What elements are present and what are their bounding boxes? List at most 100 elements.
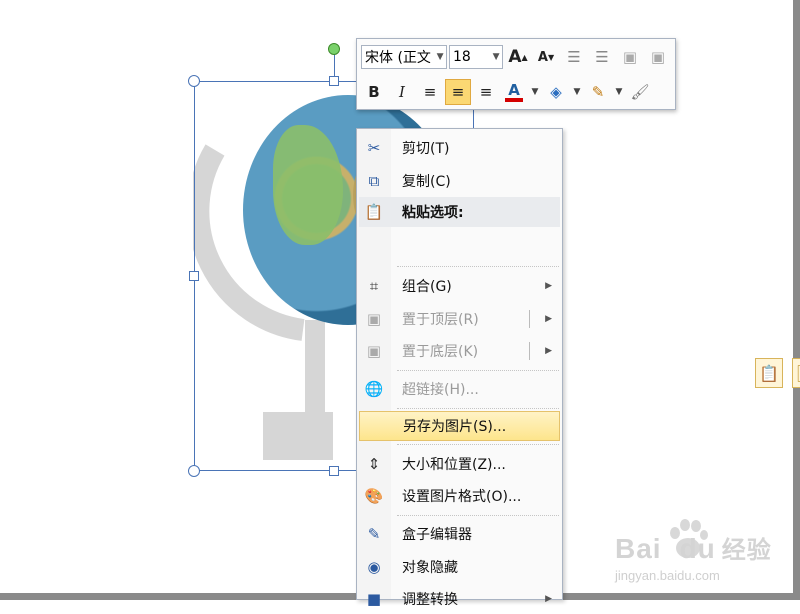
pencil-icon: ✎ [591, 83, 605, 101]
menu-label: 置于顶层(R) [402, 312, 479, 328]
brush-icon: 🖌 [630, 83, 650, 101]
align-right-button[interactable]: ≡ [473, 79, 499, 105]
menu-item-cut[interactable]: ✂ 剪切(T) [359, 133, 560, 163]
increase-indent-button[interactable]: ☰ [589, 44, 615, 70]
resize-handle-bottom[interactable] [329, 466, 339, 476]
font-size-value: 18 [453, 49, 471, 65]
watermark-url: jingyan.baidu.com [615, 568, 720, 583]
menu-label: 超链接(H)... [402, 382, 479, 398]
watermark-brand-jingyan: 经验 [721, 537, 772, 564]
split-divider [529, 342, 530, 360]
chevron-down-icon: ▼ [531, 87, 539, 97]
bold-icon: B [368, 83, 380, 101]
submenu-arrow-icon: ▶ [545, 594, 552, 604]
chevron-down-icon: ▼ [573, 87, 581, 97]
grow-font-button[interactable]: A ▲ [505, 44, 531, 70]
menu-label: 复制(C) [402, 174, 451, 190]
italic-icon: I [399, 83, 405, 101]
hide-eye-icon: ◉ [367, 558, 381, 576]
menu-item-format-picture[interactable]: 🎨 设置图片格式(O)... [359, 481, 560, 511]
grow-font-icon: A [508, 47, 522, 67]
menu-item-size-position[interactable]: ⇕ 大小和位置(Z)... [359, 449, 560, 479]
clipboard-icon: 📋 [759, 363, 779, 383]
context-menu: ✂ 剪切(T) ⧉ 复制(C) 📋 粘贴选项: 📋 🖼 ⌗ 组合(G) ▶ ▣ … [356, 128, 800, 608]
increase-indent-icon: ☰ [595, 48, 609, 66]
decrease-indent-button[interactable]: ☰ [561, 44, 587, 70]
menu-label: 调整转换 [402, 592, 458, 608]
baidu-jingyan-watermark: Bai du 经验 jingyan.baidu.com [615, 519, 785, 590]
resize-handle-top-left[interactable] [188, 75, 200, 87]
font-color-dropdown[interactable]: ▼ [529, 79, 541, 105]
watermark-brand-bai: Bai [615, 533, 662, 564]
paste-icon: 📋 [364, 203, 384, 221]
font-color-swatch [505, 98, 523, 102]
menu-label: 盒子编辑器 [402, 527, 472, 543]
paste-as-picture-button[interactable]: 🖼 [792, 358, 800, 388]
menu-item-adjust-convert[interactable]: ■ 调整转换 ▶ [359, 584, 560, 614]
outline-color-dropdown[interactable]: ▼ [613, 79, 625, 105]
fill-color-button[interactable]: ◈ [543, 79, 569, 105]
menu-item-hyperlink[interactable]: 🌐 超链接(H)... [359, 374, 560, 404]
bring-forward-button[interactable]: ▣ [617, 44, 643, 70]
font-name-combo[interactable]: 宋体 (正文 ▼ [361, 45, 447, 69]
menu-item-send-to-back[interactable]: ▣ 置于底层(K) ▶ [359, 336, 560, 366]
save-picture-icon [360, 411, 390, 441]
chevron-down-icon: ▼ [615, 87, 623, 97]
watermark-brand: Bai du 经验 [615, 530, 772, 565]
menu-item-save-as-picture[interactable]: 另存为图片(S)... [359, 411, 560, 441]
menu-separator [397, 408, 559, 409]
bring-forward-icon: ▣ [622, 48, 638, 66]
align-center-button[interactable]: ≡ [445, 79, 471, 105]
font-color-icon: A [508, 81, 520, 99]
menu-item-group[interactable]: ⌗ 组合(G) ▶ [359, 271, 560, 301]
hyperlink-icon: 🌐 [364, 380, 384, 398]
menu-item-hide-object[interactable]: ◉ 对象隐藏 [359, 552, 560, 582]
menu-item-box-editor[interactable]: ✎ 盒子编辑器 [359, 519, 560, 549]
send-backward-button[interactable]: ▣ [645, 44, 671, 70]
menu-label: 置于底层(K) [402, 344, 479, 360]
format-painter-button[interactable]: 🖌 [627, 79, 653, 105]
align-left-button[interactable]: ≡ [417, 79, 443, 105]
shrink-font-button[interactable]: A ▼ [533, 44, 559, 70]
submenu-arrow-icon: ▶ [545, 314, 552, 324]
rotation-handle[interactable] [328, 43, 340, 55]
chevron-down-icon: ▼ [436, 52, 444, 62]
menu-label: 对象隐藏 [402, 560, 458, 576]
group-icon: ⌗ [369, 277, 379, 295]
paste-keep-format-button[interactable]: 📋 [755, 358, 783, 388]
menu-label: 大小和位置(Z)... [402, 457, 506, 473]
fill-color-dropdown[interactable]: ▼ [571, 79, 583, 105]
menu-label: 组合(G) [402, 279, 452, 295]
menu-separator [397, 266, 559, 267]
split-divider [529, 310, 530, 328]
italic-button[interactable]: I [389, 79, 415, 105]
menu-item-copy[interactable]: ⧉ 复制(C) [359, 166, 560, 196]
font-color-button[interactable]: A [501, 79, 527, 105]
menu-label: 另存为图片(S)... [403, 419, 507, 435]
decrease-indent-icon: ☰ [567, 48, 581, 66]
align-center-icon: ≡ [451, 83, 465, 101]
outline-color-button[interactable]: ✎ [585, 79, 611, 105]
font-size-combo[interactable]: 18 ▼ [449, 45, 503, 69]
align-right-icon: ≡ [479, 83, 493, 101]
resize-handle-bottom-left[interactable] [188, 465, 200, 477]
chevron-down-icon: ▼ [492, 52, 500, 62]
menu-label: 粘贴选项: [402, 205, 464, 221]
send-backward-icon: ▣ [650, 48, 666, 66]
resize-handle-left[interactable] [189, 271, 199, 281]
submenu-arrow-icon: ▶ [545, 346, 552, 356]
menu-item-bring-to-front[interactable]: ▣ 置于顶层(R) ▶ [359, 304, 560, 334]
resize-handle-top[interactable] [329, 76, 339, 86]
shrink-font-icon: A [537, 49, 548, 65]
mini-toolbar: 宋体 (正文 ▼ 18 ▼ A ▲ A ▼ ☰ ☰ ▣ ▣ B I ≡ ≡ ≡ A … [356, 38, 676, 110]
menu-separator [397, 515, 559, 516]
menu-label: 剪切(T) [402, 141, 450, 157]
paint-bucket-icon: ◈ [550, 83, 562, 101]
picture-icon: 🖼 [796, 364, 800, 383]
copy-icon: ⧉ [368, 172, 380, 190]
menu-header-paste-options: 📋 粘贴选项: [359, 197, 560, 227]
align-left-icon: ≡ [423, 83, 437, 101]
bold-button[interactable]: B [361, 79, 387, 105]
submenu-arrow-icon: ▶ [545, 281, 552, 291]
scissors-icon: ✂ [367, 139, 381, 157]
